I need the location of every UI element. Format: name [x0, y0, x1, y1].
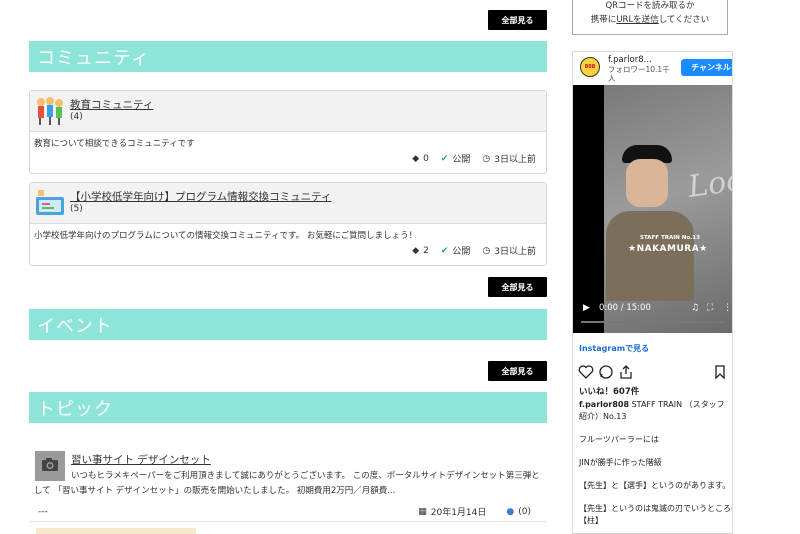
community-meta: ◆ 0 ✔ 公開 ◷ 3日以上前	[412, 152, 536, 166]
overlay-name: ★NAKAMURA★	[628, 244, 708, 254]
more-options-icon[interactable]: ⋮	[723, 303, 732, 313]
instagram-embed: 808 f.parlor8... フォロワー10.1千人 チャンネルを見る Lo…	[572, 51, 733, 534]
tag-icon: ◆	[412, 153, 420, 164]
view-all-button-top[interactable]: 全部見る	[488, 10, 547, 30]
topic-title-link[interactable]: 習い事サイト デザインセット	[71, 452, 211, 467]
instagram-username[interactable]: f.parlor8...	[608, 55, 652, 65]
caption-line: 【先生】と【選手】というのがあります。	[579, 481, 731, 490]
bookmark-icon[interactable]	[712, 364, 728, 380]
topic-item[interactable]: 習い事サイト デザインセット いつもヒラメキペーパーをご利用頂きまして誠にありが…	[29, 439, 547, 519]
clock-icon: ◷	[482, 153, 491, 164]
community-card-header: 教育コミュニティ (4)	[30, 91, 546, 132]
community-card[interactable]: 【小学校低学年向け】プログラム情報交換コミュニティ (5) 小学校低学年向けのプ…	[29, 182, 547, 266]
tag-count: 2	[423, 245, 429, 256]
check-circle-icon: ✔	[440, 153, 449, 164]
shirt-shape	[606, 211, 694, 301]
community-description: 教育について相談できるコミュニティです	[34, 139, 195, 149]
caption-line: 【柱】	[579, 516, 603, 525]
share-icon[interactable]	[618, 364, 634, 380]
community-member-count: (4)	[70, 112, 83, 122]
instagram-header: 808 f.parlor8... フォロワー10.1千人 チャンネルを見る	[573, 52, 732, 84]
community-card-header: 【小学校低学年向け】プログラム情報交換コミュニティ (5)	[30, 183, 546, 224]
instagram-avatar[interactable]: 808	[580, 57, 600, 77]
heart-icon[interactable]	[578, 364, 594, 380]
tag-count: 0	[423, 153, 429, 164]
topic-meta: ▦ 20年1月14日 ● (0)	[418, 505, 531, 519]
section-topic-header: トピック	[29, 392, 547, 423]
send-url-link[interactable]: URLを送信	[616, 15, 658, 25]
community-meta: ◆ 2 ✔ 公開 ◷ 3日以上前	[412, 244, 536, 258]
clock-icon: ◷	[482, 245, 491, 256]
view-all-events-button[interactable]: 全部見る	[488, 361, 547, 381]
view-on-instagram-link[interactable]: Instagramで見る	[579, 343, 649, 354]
video-controls: ▶ 0:00 / 15:00 ♫ ⛶ ⋮	[573, 297, 732, 333]
instagram-followers: フォロワー10.1千人	[608, 65, 670, 83]
visibility-label: 公開	[452, 247, 471, 257]
qr-instruction: QRコードを読み取るか	[605, 1, 695, 11]
sidebar: QRコードを読み取るか 携帯にURLを送信してください 808 f.parlor…	[560, 0, 800, 534]
community-description: 小学校低学年向けのプログラムについての情報交換コミュニティです。 お気軽にご質問…	[34, 231, 418, 241]
topic-date: 20年1月14日	[430, 508, 487, 518]
main-content: 全部見る コミュニティ 教育コミュニティ (4) 教育について相談できるコミュニ…	[0, 0, 560, 534]
instagram-video[interactable]: Loca STAFF TRAIN No.13 ★NAKAMURA★ ▶ 0:00…	[573, 85, 732, 333]
community-title-link[interactable]: 教育コミュニティ	[70, 97, 153, 112]
updated-label: 3日以上前	[494, 155, 536, 165]
instagram-actions	[578, 364, 728, 380]
fullscreen-icon[interactable]: ⛶	[707, 303, 713, 313]
face-shape	[626, 159, 668, 207]
next-topic-partial	[36, 528, 196, 534]
programming-illustration-icon	[36, 190, 64, 215]
video-time: 0:00 / 15:00	[599, 303, 651, 313]
video-progress-bar[interactable]	[581, 321, 724, 323]
video-frame: Loca STAFF TRAIN No.13 ★NAKAMURA★	[604, 85, 732, 333]
play-icon[interactable]: ▶	[583, 303, 590, 313]
comment-icon: ●	[506, 506, 515, 517]
topic-author: ---	[38, 507, 48, 517]
comment-count[interactable]: (0)	[518, 507, 531, 517]
kids-illustration-icon	[37, 97, 63, 125]
caption-line: フルーツパーラーには	[579, 435, 659, 444]
wall-logo-text: Loca	[685, 160, 732, 205]
calendar-icon: ▦	[418, 506, 427, 517]
community-title-link[interactable]: 【小学校低学年向け】プログラム情報交換コミュニティ	[70, 189, 332, 204]
check-circle-icon: ✔	[440, 245, 449, 256]
view-channel-button[interactable]: チャンネルを見る	[681, 59, 732, 76]
view-all-communities-button[interactable]: 全部見る	[488, 277, 547, 297]
topic-excerpt: いつもヒラメキペーパーをご利用頂きまして誠にありがとうございます。 この度、ポー…	[34, 471, 540, 496]
qr-instruction-suffix: してください	[658, 15, 710, 25]
volume-icon[interactable]: ♫	[691, 303, 699, 313]
section-community-header: コミュニティ	[29, 41, 547, 72]
topic-divider	[29, 521, 547, 522]
qr-instruction-prefix: 携帯に	[590, 15, 617, 25]
community-card[interactable]: 教育コミュニティ (4) 教育について相談できるコミュニティです ◆ 0 ✔ 公開 …	[29, 90, 547, 174]
visibility-label: 公開	[452, 155, 471, 165]
instagram-likes: いいね！607件	[579, 387, 640, 397]
updated-label: 3日以上前	[494, 247, 536, 257]
tag-icon: ◆	[412, 245, 420, 256]
section-event-header: イベント	[29, 309, 547, 340]
overlay-title: STAFF TRAIN No.13	[640, 235, 700, 241]
caption-username[interactable]: f.parlor808	[579, 400, 629, 409]
community-member-count: (5)	[70, 204, 83, 214]
caption-line: 【先生】というのは鬼滅の刃でいうところの	[579, 504, 733, 513]
caption-line: JINが勝手に作った階級	[579, 458, 662, 467]
qr-prompt-box: QRコードを読み取るか 携帯にURLを送信してください	[572, 0, 728, 35]
instagram-caption: f.parlor808 STAFF TRAIN （スタッフ紹介）No.13	[579, 399, 727, 423]
comment-bubble-icon[interactable]	[598, 364, 614, 380]
